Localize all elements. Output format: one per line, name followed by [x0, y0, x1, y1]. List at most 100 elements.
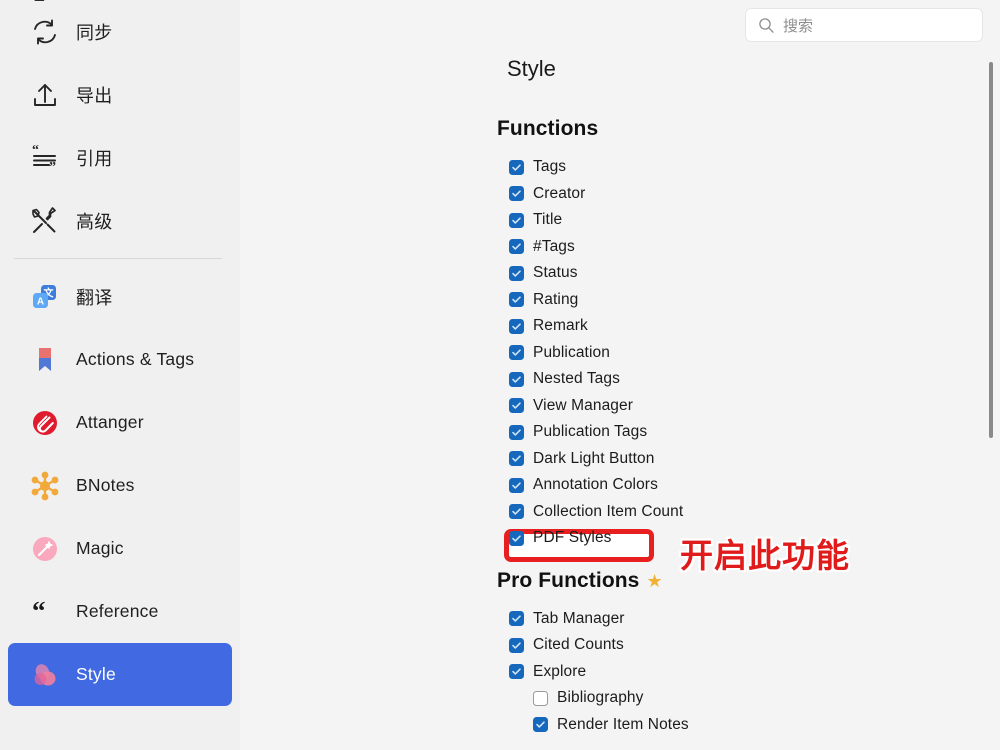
checkbox-label: Status — [533, 264, 578, 282]
section-heading-functions: Functions — [497, 117, 1000, 141]
checkbox-row[interactable]: Tags — [251, 154, 1000, 181]
checkbox-checked-icon[interactable] — [509, 425, 524, 440]
checkbox-checked-icon[interactable] — [509, 213, 524, 228]
checkbox-checked-icon[interactable] — [509, 638, 524, 653]
nodes-icon — [26, 467, 64, 505]
sidebar-item-[interactable]: 高级 — [8, 189, 232, 252]
checkbox-label: Dark Light Button — [533, 450, 654, 468]
scrollbar-thumb[interactable] — [989, 62, 993, 438]
annotation-text: 开启此功能 — [680, 529, 850, 577]
checkbox-row[interactable]: Publication — [251, 340, 1000, 367]
checkbox-checked-icon[interactable] — [509, 398, 524, 413]
checkbox-checked-icon[interactable] — [509, 239, 524, 254]
checkbox-checked-icon[interactable] — [509, 292, 524, 307]
checkbox-row[interactable]: #Tags — [251, 234, 1000, 261]
sidebar-item-label: Actions & Tags — [76, 349, 194, 370]
sidebar-item-actions-tags[interactable]: Actions & Tags — [8, 328, 232, 391]
checkbox-checked-icon[interactable] — [509, 319, 524, 334]
checkbox-row[interactable]: Render Item Notes — [251, 712, 1000, 739]
checkbox-row[interactable]: Nested Tags — [251, 366, 1000, 393]
checkbox-checked-icon[interactable] — [533, 717, 548, 732]
main-panel: 搜索 Style Functions TagsCreatorTitle#Tags… — [240, 0, 1000, 750]
checkbox-checked-icon[interactable] — [509, 611, 524, 626]
sidebar-item-label: Style — [76, 664, 116, 685]
checkbox-row[interactable]: Status — [251, 260, 1000, 287]
checkbox-row[interactable]: Rating — [251, 287, 1000, 314]
checkbox-row[interactable]: Remark — [251, 313, 1000, 340]
checkbox-label: Collection Item Count — [533, 503, 683, 521]
sidebar-item-label: Reference — [76, 601, 159, 622]
checkbox-label: Tab Manager — [533, 610, 625, 628]
sidebar-item-list: 同步导出 “” 引用高级文A翻译 Actions & Tags Attanger BNot… — [0, 0, 240, 706]
paperclip-icon — [26, 404, 64, 442]
checkbox-label: View Manager — [533, 397, 633, 415]
sidebar-item-label: 导出 — [76, 82, 112, 108]
sidebar-item-[interactable]: 文A翻译 — [8, 265, 232, 328]
svg-text:“: “ — [32, 597, 46, 626]
checkbox-label: Cited Counts — [533, 636, 624, 654]
checkbox-row[interactable]: Tab Manager — [251, 606, 1000, 633]
checkbox-checked-icon[interactable] — [509, 451, 524, 466]
sidebar-item-[interactable]: 同步 — [8, 0, 232, 63]
checkbox-label: PDF Styles — [533, 529, 612, 547]
sidebar-item-attanger[interactable]: Attanger — [8, 391, 232, 454]
section-heading-pro-functions-label: Pro Functions — [497, 569, 639, 593]
quote-lines-icon: “” — [26, 139, 64, 177]
settings-content: Style Functions TagsCreatorTitle#TagsSta… — [240, 0, 1000, 738]
section-heading-functions-label: Functions — [497, 117, 598, 141]
checkbox-row[interactable]: Annotation Colors — [251, 472, 1000, 499]
sidebar-divider — [14, 258, 222, 259]
checkbox-label: Explore — [533, 663, 586, 681]
checkbox-checked-icon[interactable] — [509, 478, 524, 493]
sidebar: ▲ 同步导出 “” 引用高级文A翻译 Actions & Tags Attanger BN… — [0, 0, 240, 750]
checkbox-checked-icon[interactable] — [509, 160, 524, 175]
checkbox-row[interactable]: View Manager — [251, 393, 1000, 420]
translate-icon: 文A — [26, 278, 64, 316]
checkbox-label: Title — [533, 211, 562, 229]
checkbox-label: Nested Tags — [533, 370, 620, 388]
checkbox-checked-icon[interactable] — [509, 504, 524, 519]
checkbox-checked-icon[interactable] — [509, 372, 524, 387]
sidebar-item-label: 高级 — [76, 208, 112, 234]
style-petals-icon — [26, 656, 64, 694]
checkbox-row[interactable]: Cited Counts — [251, 632, 1000, 659]
sidebar-item-label: 同步 — [76, 19, 112, 45]
checkbox-checked-icon[interactable] — [509, 186, 524, 201]
svg-text:A: A — [37, 296, 44, 307]
checkbox-row[interactable]: Creator — [251, 181, 1000, 208]
sidebar-item-[interactable]: “” 引用 — [8, 126, 232, 189]
checkbox-label: Publication — [533, 344, 610, 362]
sidebar-item-style[interactable]: Style — [8, 643, 232, 706]
magic-wand-icon — [26, 530, 64, 568]
checkbox-row[interactable]: PDF Styles — [251, 525, 1000, 552]
checkbox-row[interactable]: Explore — [251, 659, 1000, 686]
checkbox-label: #Tags — [533, 238, 575, 256]
checkbox-checked-icon[interactable] — [509, 266, 524, 281]
quotation-mark-icon: “ — [26, 593, 64, 631]
sidebar-item-[interactable]: 导出 — [8, 63, 232, 126]
checkbox-row[interactable]: Dark Light Button — [251, 446, 1000, 473]
checkbox-row[interactable]: Publication Tags — [251, 419, 1000, 446]
sidebar-item-label: BNotes — [76, 475, 135, 496]
checkbox-label: Render Item Notes — [557, 716, 689, 734]
checkbox-label: Annotation Colors — [533, 476, 658, 494]
checkbox-row[interactable]: Collection Item Count — [251, 499, 1000, 526]
sidebar-item-bnotes[interactable]: BNotes — [8, 454, 232, 517]
checkbox-checked-icon[interactable] — [509, 531, 524, 546]
partial-clipped-icon: ▲ — [31, 0, 47, 8]
sidebar-item-reference[interactable]: “ Reference — [8, 580, 232, 643]
vertical-scrollbar[interactable] — [984, 44, 998, 750]
checkbox-checked-icon[interactable] — [509, 664, 524, 679]
checkbox-unchecked-icon[interactable] — [533, 691, 548, 706]
checkbox-checked-icon[interactable] — [509, 345, 524, 360]
functions-checkbox-list: TagsCreator Title #Tags Status Rating Remark P… — [251, 154, 1000, 552]
checkbox-label: Remark — [533, 317, 588, 335]
checkbox-row[interactable]: Title — [251, 207, 1000, 234]
sidebar-item-magic[interactable]: Magic — [8, 517, 232, 580]
export-upload-icon — [26, 76, 64, 114]
pro-functions-checkbox-list: Tab Manager Cited Counts Explore Bibliograp… — [251, 606, 1000, 739]
checkbox-label: Publication Tags — [533, 423, 647, 441]
checkbox-row[interactable]: Bibliography — [251, 685, 1000, 712]
sidebar-item-label: 引用 — [76, 145, 112, 171]
sync-icon — [26, 13, 64, 51]
